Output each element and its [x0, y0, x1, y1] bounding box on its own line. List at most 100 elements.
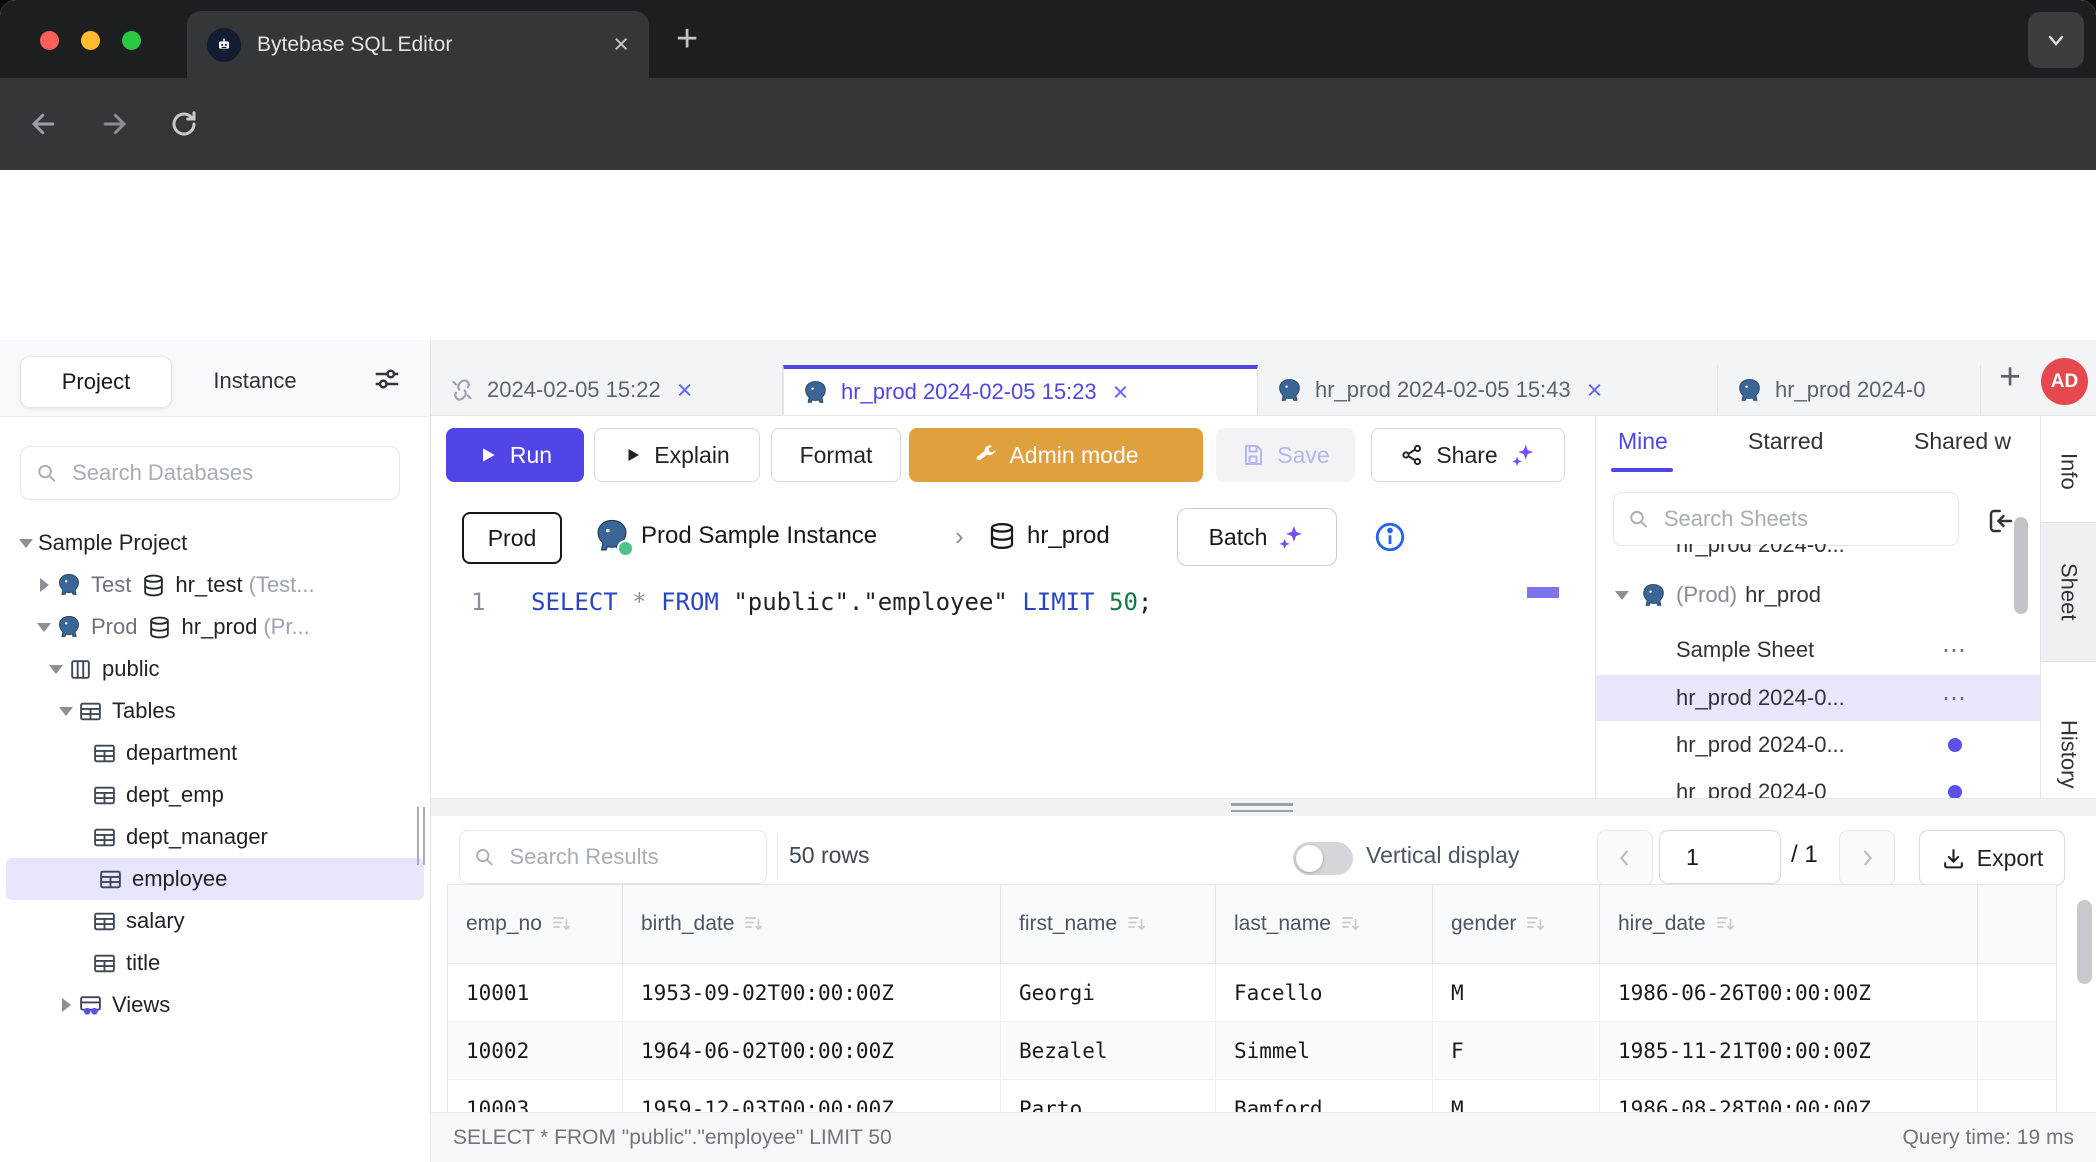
tree-item-Sample Project[interactable]: Sample Project: [0, 522, 430, 564]
admin-mode-button[interactable]: Admin mode: [909, 428, 1203, 482]
forward-icon[interactable]: [92, 102, 136, 146]
sheet-item[interactable]: hr_prod 2024-0: [1596, 769, 2040, 798]
sort-icon[interactable]: [1524, 912, 1548, 936]
close-icon[interactable]: ×: [1113, 377, 1129, 408]
new-browser-tab-button[interactable]: +: [676, 18, 698, 61]
cell[interactable]: 1953-09-02T00:00:00Z: [623, 964, 1001, 1021]
browser-tab-close-icon[interactable]: ×: [613, 31, 629, 58]
editor-results-divider[interactable]: [431, 798, 2096, 816]
column-header-birth_date[interactable]: birth_date: [623, 885, 1001, 963]
tree-item-hr_test[interactable]: Testhr_test(Test...: [0, 564, 430, 606]
tree-item-Views[interactable]: Views: [0, 984, 430, 1026]
column-header-last_name[interactable]: last_name: [1216, 885, 1433, 963]
column-header-gender[interactable]: gender: [1433, 885, 1600, 963]
caret-down-icon[interactable]: [54, 707, 78, 716]
caret-down-icon[interactable]: [44, 665, 68, 674]
sheet-tab-4[interactable]: hr_prod 2024-0: [1718, 365, 1981, 415]
instance-crumb[interactable]: Prod Sample Instance: [593, 512, 877, 560]
more-menu-icon[interactable]: ⋯: [1942, 684, 1968, 713]
more-menu-icon[interactable]: ⋯: [1942, 636, 1968, 665]
tab-project[interactable]: Project: [20, 356, 172, 408]
cell[interactable]: 10001: [448, 964, 623, 1021]
sheet-tab-3[interactable]: hr_prod 2024-02-05 15:43×: [1258, 365, 1718, 415]
close-icon[interactable]: ×: [1587, 375, 1603, 406]
reload-icon[interactable]: [162, 102, 206, 146]
tree-item-employee[interactable]: employee: [6, 858, 424, 900]
sort-icon[interactable]: [742, 912, 766, 936]
tree-item-hr_prod[interactable]: Prodhr_prod(Pr...: [0, 606, 430, 648]
tree-item-department[interactable]: department: [0, 732, 430, 774]
sheet-item[interactable]: hr_prod 2024-0...⋯: [1596, 675, 2040, 721]
sheet-item[interactable]: hr_prod 2024-0...: [1596, 544, 2040, 568]
tree-item-Tables[interactable]: Tables: [0, 690, 430, 732]
right-tab-sheet[interactable]: Sheet: [2041, 522, 2096, 662]
run-button[interactable]: Run: [446, 428, 584, 482]
environment-chip[interactable]: Prod: [462, 512, 562, 564]
right-tab-info[interactable]: Info: [2041, 430, 2096, 512]
sort-icon[interactable]: [550, 912, 574, 936]
sort-icon[interactable]: [1339, 912, 1363, 936]
divider-drag-handle[interactable]: [1231, 803, 1293, 816]
cell[interactable]: Facello: [1216, 964, 1433, 1021]
sheet-panel-tab-starred[interactable]: Starred: [1748, 428, 1823, 455]
cell[interactable]: Simmel: [1216, 1022, 1433, 1079]
results-search-box[interactable]: [459, 830, 767, 884]
tab-instance[interactable]: Instance: [190, 356, 320, 406]
sheet-list-scrollbar[interactable]: [2014, 517, 2028, 614]
back-icon[interactable]: [22, 102, 66, 146]
sql-editor[interactable]: 1 SELECT * FROM "public"."employee" LIMI…: [431, 578, 1595, 798]
caret-down-icon[interactable]: [14, 539, 38, 548]
browser-tab[interactable]: Bytebase SQL Editor ×: [187, 11, 649, 78]
page-number-input[interactable]: [1659, 830, 1781, 884]
sheet-tab-1[interactable]: 2024-02-05 15:22×: [431, 365, 783, 415]
caret-right-icon[interactable]: [32, 578, 56, 592]
format-button[interactable]: Format: [771, 428, 901, 482]
tree-item-salary[interactable]: salary: [0, 900, 430, 942]
sheet-item[interactable]: hr_prod 2024-0...: [1596, 722, 2040, 768]
cell[interactable]: 1985-11-21T00:00:00Z: [1600, 1022, 1978, 1079]
tab-search-chevron-button[interactable]: [2028, 12, 2084, 68]
cell[interactable]: 1986-06-26T00:00:00Z: [1600, 964, 1978, 1021]
batch-button[interactable]: Batch: [1177, 508, 1337, 566]
column-header-hire_date[interactable]: hire_date: [1600, 885, 1978, 963]
import-sheet-icon[interactable]: [1986, 506, 2016, 541]
cell[interactable]: M: [1433, 964, 1600, 1021]
next-page-button[interactable]: [1839, 830, 1895, 886]
sidebar-resize-handle[interactable]: [417, 807, 425, 865]
window-zoom-button[interactable]: [122, 31, 141, 50]
window-close-button[interactable]: [40, 31, 59, 50]
tree-item-title[interactable]: title: [0, 942, 430, 984]
close-icon[interactable]: ×: [677, 375, 693, 406]
export-button[interactable]: Export: [1919, 830, 2065, 886]
sheet-item[interactable]: Sample Sheet⋯: [1596, 627, 2040, 673]
table-row[interactable]: 100021964-06-02T00:00:00ZBezalelSimmelF1…: [448, 1022, 2056, 1080]
tree-item-public[interactable]: public: [0, 648, 430, 690]
new-sheet-button[interactable]: +: [1987, 354, 2033, 400]
save-button[interactable]: Save: [1216, 428, 1355, 482]
sheet-group-row[interactable]: (Prod)hr_prod: [1596, 572, 2040, 618]
results-search-input[interactable]: [507, 843, 753, 871]
table-row[interactable]: 100011953-09-02T00:00:00ZGeorgiFacelloM1…: [448, 964, 2056, 1022]
sheet-search-box[interactable]: [1613, 492, 1959, 546]
sheet-tab-2[interactable]: hr_prod 2024-02-05 15:23×: [783, 365, 1258, 415]
cell[interactable]: F: [1433, 1022, 1600, 1079]
caret-down-icon[interactable]: [32, 623, 56, 632]
database-search-input[interactable]: [70, 459, 385, 487]
sheet-panel-tab-shared-w[interactable]: Shared w: [1914, 428, 2011, 455]
caret-down-icon[interactable]: [1610, 591, 1634, 600]
user-avatar[interactable]: AD: [2041, 358, 2088, 405]
explain-button[interactable]: Explain: [594, 428, 760, 482]
cell[interactable]: Georgi: [1001, 964, 1216, 1021]
database-search-box[interactable]: [20, 446, 400, 500]
cell[interactable]: 10002: [448, 1022, 623, 1079]
cell[interactable]: 1964-06-02T00:00:00Z: [623, 1022, 1001, 1079]
sheet-panel-tab-mine[interactable]: Mine: [1618, 428, 1668, 455]
results-scrollbar[interactable]: [2077, 900, 2092, 984]
database-crumb[interactable]: hr_prod: [987, 512, 1110, 560]
share-button[interactable]: Share: [1371, 428, 1565, 482]
vertical-display-toggle[interactable]: [1293, 842, 1353, 875]
sort-icon[interactable]: [1714, 912, 1738, 936]
connection-info-icon[interactable]: [1373, 520, 1407, 559]
caret-right-icon[interactable]: [54, 998, 78, 1012]
prev-page-button[interactable]: [1597, 830, 1653, 886]
